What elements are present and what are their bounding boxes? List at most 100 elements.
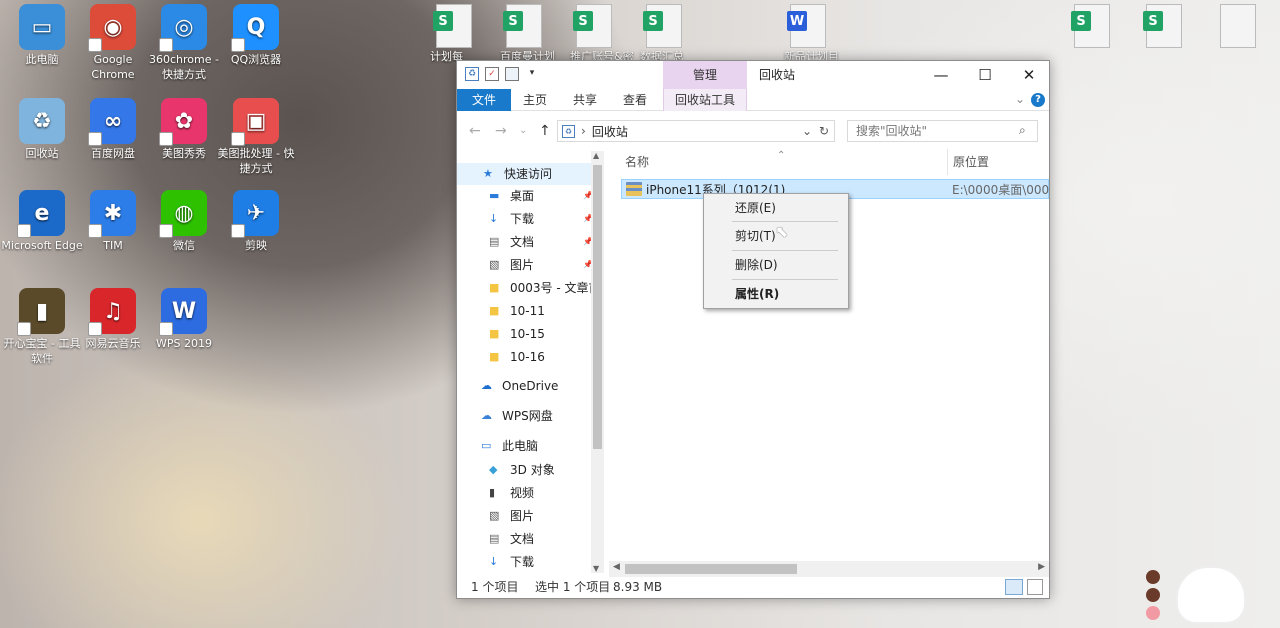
scroll-right-icon[interactable]: ▶	[1038, 562, 1045, 572]
desktop-icon-qq-browser[interactable]: Q QQ浏览器	[214, 4, 298, 67]
nav-item-pictures[interactable]: ▧ 图片 📌	[457, 254, 597, 276]
tab-recycle-bin-tools[interactable]: 回收站工具	[663, 89, 747, 111]
nav-item-downloads[interactable]: ↓ 下载 📌	[457, 208, 597, 230]
help-icon[interactable]: ?	[1031, 93, 1045, 107]
nav-folder-0[interactable]: ■ 0003号 - 文章首	[457, 277, 601, 299]
desktop-file[interactable]: S 百度曼计划	[500, 4, 555, 63]
tab-file[interactable]: 文件	[457, 89, 511, 111]
expand-ribbon-icon[interactable]: ⌄	[1015, 92, 1025, 106]
desktop-icon-meitu-batch[interactable]: ▣ 美图批处理 - 快捷方式	[214, 98, 298, 176]
recycle-bin-small-icon: ♻	[465, 67, 479, 81]
address-separator: ›	[581, 124, 586, 138]
menu-item-properties[interactable]: 属性(R)	[735, 284, 779, 304]
360chrome-icon: ◎	[159, 4, 207, 52]
details-view-icon[interactable]	[1005, 579, 1023, 595]
back-arrow-icon[interactable]: ←	[469, 123, 481, 139]
desktop-file[interactable]	[1220, 4, 1256, 48]
watermark-dots-icon	[1146, 570, 1160, 624]
address-dropdown-icon[interactable]: ⌄	[802, 124, 812, 138]
tab-share[interactable]: 共享	[561, 89, 609, 111]
nav-scrollbar-thumb[interactable]	[593, 165, 602, 449]
tab-manage[interactable]: 管理	[663, 61, 747, 89]
address-row: ← → ⌄ ↑ ♻ › 回收站 ⌄ ↻ 搜索"回收站" ⌕	[457, 111, 1049, 149]
pc-videos-icon: ▮	[489, 486, 496, 499]
column-name[interactable]: 名称	[625, 149, 649, 175]
up-arrow-icon[interactable]: ↑	[539, 123, 551, 139]
folder-1-icon: ■	[489, 304, 500, 317]
search-icon: ⌕	[1019, 123, 1026, 137]
wps-netdisk-icon: ☁	[481, 409, 492, 422]
tab-view[interactable]: 查看	[611, 89, 659, 111]
menu-separator	[732, 279, 838, 280]
pc-3d-objects-icon: ◆	[489, 463, 498, 476]
status-selected-count: 选中 1 个项目	[535, 580, 611, 594]
nav-wps-netdisk[interactable]: ☁ WPS网盘	[457, 405, 597, 427]
address-bar[interactable]: ♻ › 回收站 ⌄ ↻	[557, 120, 835, 142]
desktop-file[interactable]: S 数据汇总	[640, 4, 684, 63]
new-folder-icon[interactable]	[505, 67, 519, 81]
nav-pc-downloads[interactable]: ↓ 下载	[457, 551, 597, 569]
column-divider	[947, 149, 948, 175]
minimize-icon[interactable]: —	[919, 61, 963, 89]
spreadsheet-icon: S	[433, 4, 472, 48]
desktop-file[interactable]: S	[1071, 4, 1110, 48]
netease-music-icon: ♫	[88, 288, 136, 336]
context-menu: 还原(E) 剪切(T) 删除(D) 属性(R)	[703, 193, 849, 309]
forward-arrow-icon[interactable]: →	[495, 123, 507, 139]
desktop-file[interactable]: S 推广账号&密	[570, 4, 634, 63]
nav-item-documents[interactable]: ▤ 文档 📌	[457, 231, 597, 253]
properties-icon[interactable]: ✓	[485, 67, 499, 81]
customize-toolbar-icon[interactable]: ▾	[525, 67, 539, 81]
desktop-file[interactable]: W 新品计划目	[784, 4, 839, 63]
word-document-icon: W	[787, 4, 826, 48]
status-size: 8.93 MB	[613, 580, 663, 594]
nav-label: 图片	[510, 509, 535, 523]
recycle-bin-window: ♻ ✓ ▾ 管理 回收站 — ☐ ✕ 文件 主页 共享 查看 回收站工具 ⌄ ?…	[456, 60, 1050, 599]
nav-pc-3d-objects[interactable]: ◆ 3D 对象	[457, 459, 597, 481]
desktop-icon-wps-2019[interactable]: W WPS 2019	[142, 288, 226, 351]
wechat-icon: ◍	[159, 190, 207, 238]
status-item-count: 1 个项目	[471, 580, 519, 594]
pc-pictures-icon: ▧	[489, 509, 500, 522]
search-input[interactable]: 搜索"回收站"	[847, 120, 1038, 142]
menu-item-delete[interactable]: 删除(D)	[735, 255, 778, 275]
spreadsheet-icon: S	[503, 4, 542, 48]
horizontal-scrollbar-thumb[interactable]	[625, 564, 797, 574]
nav-this-pc[interactable]: ▭ 此电脑	[457, 435, 597, 457]
menu-item-cut[interactable]: 剪切(T)	[735, 226, 776, 246]
recent-locations-icon[interactable]: ⌄	[519, 125, 527, 136]
jianying-icon: ✈	[231, 190, 279, 238]
scroll-down-icon[interactable]: ▼	[593, 564, 599, 573]
google-chrome-icon: ◉	[88, 4, 136, 52]
nav-onedrive[interactable]: ☁ OneDrive	[457, 375, 597, 397]
nav-folder-3[interactable]: ■ 10-16	[457, 346, 597, 368]
maximize-icon[interactable]: ☐	[963, 61, 1007, 89]
desktop-icon-jianying[interactable]: ✈ 剪映	[214, 190, 298, 253]
desktop-file[interactable]: S 计划每	[430, 4, 472, 63]
close-icon[interactable]: ✕	[1007, 61, 1051, 89]
item-desktop-icon: ▬	[489, 189, 500, 202]
nav-scrollbar[interactable]: ▲ ▼	[591, 151, 604, 573]
nav-item-desktop[interactable]: ▬ 桌面 📌	[457, 185, 597, 207]
column-original-location[interactable]: 原位置	[953, 149, 989, 175]
tab-home[interactable]: 主页	[511, 89, 559, 111]
scroll-left-icon[interactable]: ◀	[613, 562, 620, 572]
nav-folder-2[interactable]: ■ 10-15	[457, 323, 597, 345]
refresh-icon[interactable]: ↻	[819, 124, 829, 138]
nav-folder-1[interactable]: ■ 10-11	[457, 300, 597, 322]
horizontal-scrollbar[interactable]: ◀ ▶	[609, 561, 1049, 577]
file-type-badge: W	[787, 11, 807, 31]
nav-pc-documents[interactable]: ▤ 文档	[457, 528, 597, 550]
spreadsheet-icon: S	[643, 4, 682, 48]
desktop-file[interactable]: S	[1143, 4, 1182, 48]
nav-pc-videos[interactable]: ▮ 视频	[457, 482, 597, 504]
nav-label: OneDrive	[502, 379, 559, 393]
qq-browser-icon: Q	[231, 4, 279, 52]
menu-item-restore[interactable]: 还原(E)	[735, 198, 776, 218]
nav-quick-access[interactable]: ★ 快速访问	[457, 163, 591, 185]
nav-pc-pictures[interactable]: ▧ 图片	[457, 505, 597, 527]
scroll-up-icon[interactable]: ▲	[593, 151, 599, 160]
spreadsheet-icon: S	[1071, 4, 1110, 48]
large-icons-view-icon[interactable]	[1027, 579, 1043, 595]
pc-downloads-icon: ↓	[489, 555, 499, 568]
